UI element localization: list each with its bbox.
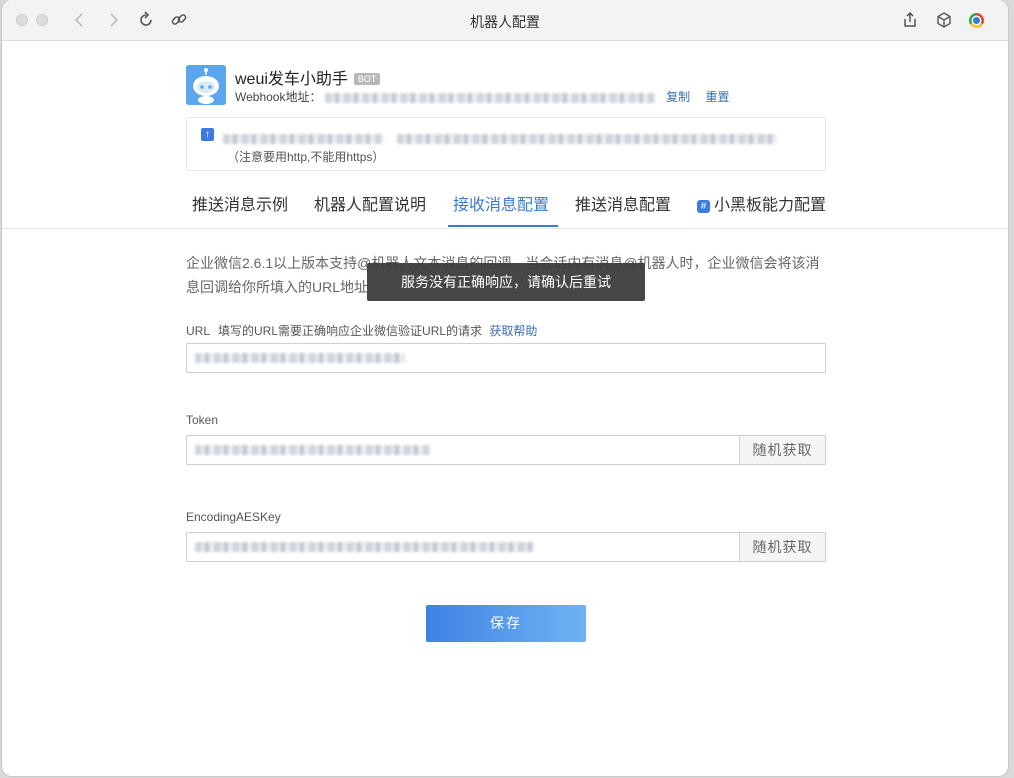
- active-tab-indicator: [448, 225, 558, 227]
- url-hint: 填写的URL需要正确响应企业微信验证URL的请求: [218, 324, 483, 338]
- aes-key-value-redacted: [195, 542, 535, 552]
- window-title: 机器人配置: [470, 14, 540, 30]
- title-bar: 机器人配置: [2, 0, 1008, 41]
- tab-bar: 推送消息示例 机器人配置说明 接收消息配置 推送消息配置 # 小黑板能力配置: [2, 181, 1008, 229]
- url-label-row: URL 填写的URL需要正确响应企业微信验证URL的请求 获取帮助: [186, 322, 537, 339]
- info-icon: ↑: [201, 128, 214, 141]
- app-window: 机器人配置 weui发车小助手 BOT Webhook地址： 复制 重置 ↑ （…: [2, 0, 1008, 776]
- tab-receive-config[interactable]: 接收消息配置: [453, 191, 549, 215]
- webhook-url-redacted: [324, 92, 655, 103]
- url-value-redacted: [195, 353, 405, 363]
- bot-name: weui发车小助手 BOT: [235, 65, 381, 89]
- tab-blackboard-label: 小黑板能力配置: [714, 197, 827, 214]
- webhook-row: Webhook地址： 复制 重置: [235, 88, 730, 105]
- chrome-icon[interactable]: [969, 13, 984, 28]
- aes-key-input[interactable]: 随机获取: [186, 532, 826, 562]
- url-label: URL: [186, 324, 211, 338]
- tab-blackboard-config[interactable]: # 小黑板能力配置: [697, 191, 826, 215]
- bot-badge: BOT: [353, 73, 381, 85]
- aes-key-random-button[interactable]: 随机获取: [739, 533, 825, 561]
- notice-note: （注意要用http,不能用https）: [227, 150, 385, 164]
- url-help-link[interactable]: 获取帮助: [489, 324, 537, 338]
- page-content: weui发车小助手 BOT Webhook地址： 复制 重置 ↑ （注意要用htt…: [2, 41, 1008, 776]
- tab-push-config[interactable]: 推送消息配置: [575, 191, 671, 215]
- error-toast: 服务没有正确响应，请确认后重试: [367, 263, 645, 301]
- cube-icon[interactable]: [934, 10, 954, 30]
- hash-icon: #: [697, 200, 710, 213]
- token-value-redacted: [195, 445, 430, 455]
- token-random-button[interactable]: 随机获取: [739, 436, 825, 464]
- webhook-label: Webhook地址：: [235, 90, 322, 104]
- notice-text-redacted: [223, 130, 778, 148]
- aes-key-label: EncodingAESKey: [186, 510, 281, 524]
- url-input[interactable]: [186, 343, 826, 373]
- tab-push-example[interactable]: 推送消息示例: [192, 191, 288, 215]
- tab-bot-config-doc[interactable]: 机器人配置说明: [314, 191, 426, 215]
- bot-name-text: weui发车小助手: [235, 71, 348, 88]
- copy-link[interactable]: 复制: [666, 90, 690, 104]
- token-label: Token: [186, 413, 219, 427]
- save-button[interactable]: 保存: [426, 605, 586, 642]
- share-icon[interactable]: [900, 10, 920, 30]
- token-input[interactable]: 随机获取: [186, 435, 826, 465]
- bot-avatar: [186, 65, 226, 105]
- notice-box: ↑ （注意要用http,不能用https）: [186, 117, 826, 171]
- reset-link[interactable]: 重置: [706, 90, 730, 104]
